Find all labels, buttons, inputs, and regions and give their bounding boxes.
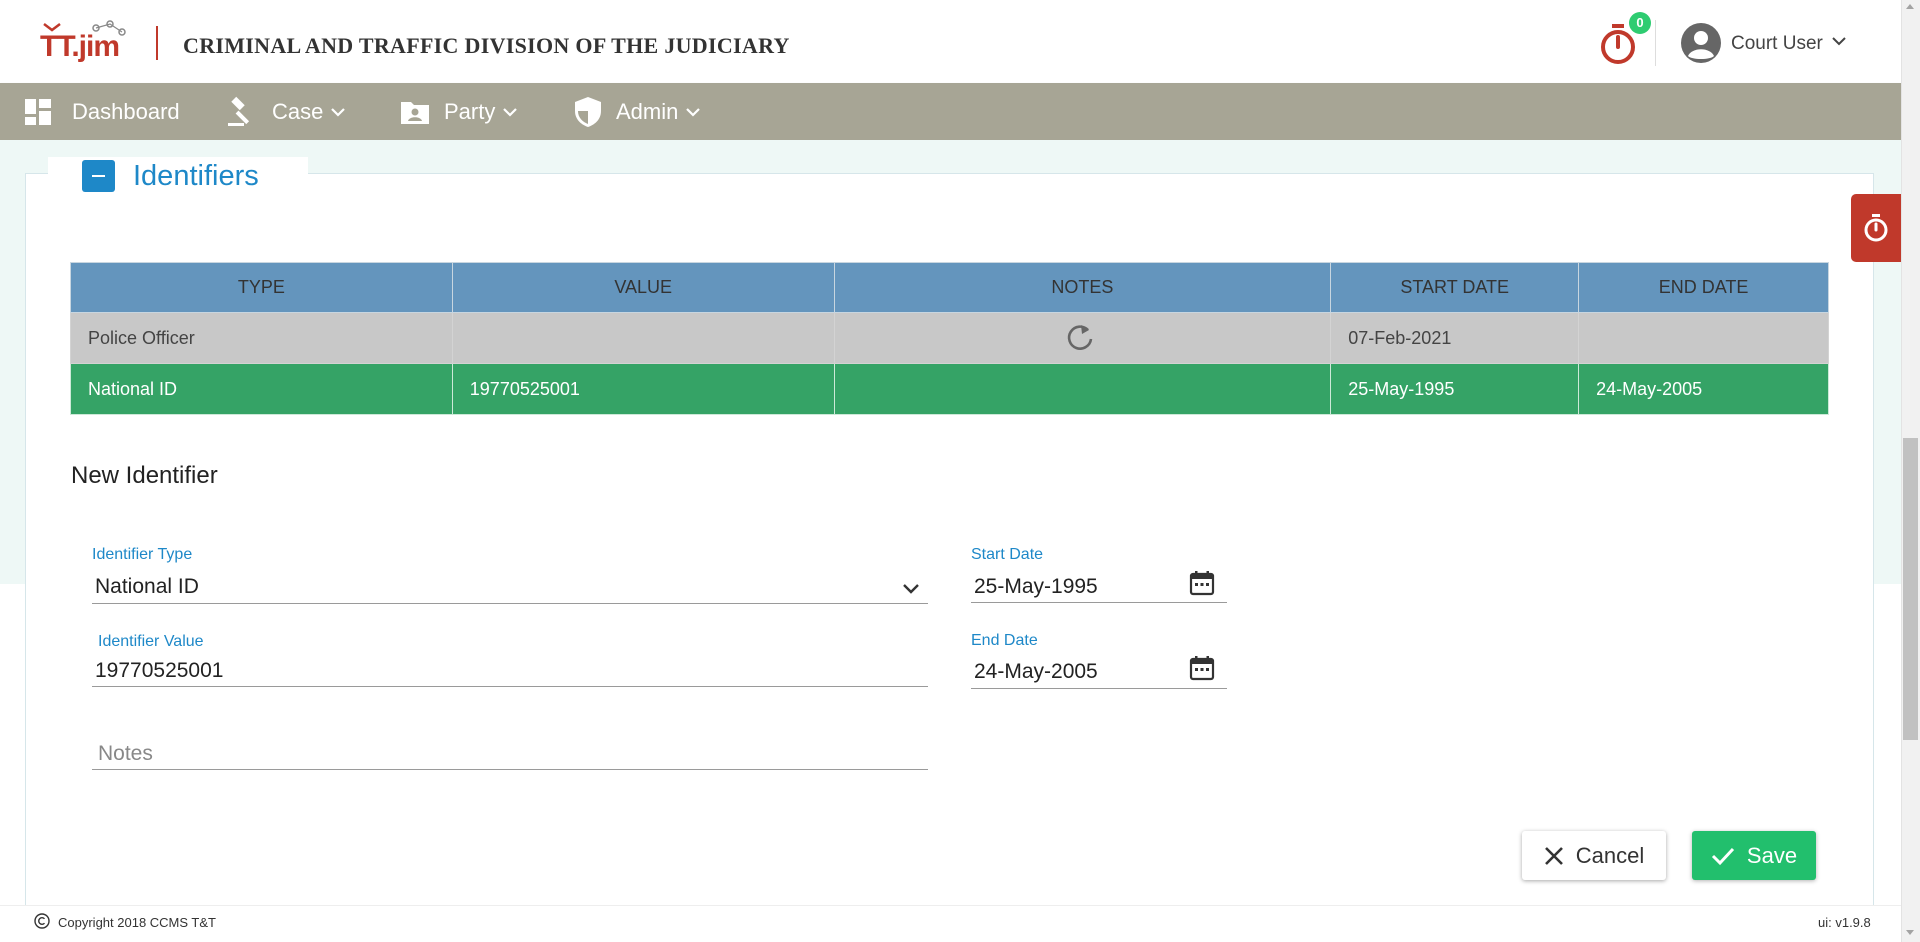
cell-type: National ID — [70, 363, 453, 415]
cell-notes — [833, 312, 1332, 364]
nav-party-label: Party — [444, 98, 496, 124]
page-footer — [0, 905, 1901, 942]
nav-case-label: Case — [272, 98, 324, 124]
nav-admin-label: Admin — [616, 98, 679, 124]
identifier-type-select[interactable]: National ID — [95, 575, 199, 599]
col-header-type[interactable]: TYPE — [70, 262, 453, 313]
calendar-icon[interactable] — [1189, 570, 1215, 596]
header-divider — [156, 26, 158, 60]
scroll-up-arrow-icon[interactable] — [1906, 4, 1914, 9]
refresh-icon[interactable] — [1066, 322, 1096, 352]
version-text: ui: v1.9.8 — [1818, 915, 1871, 930]
nav-dashboard-label: Dashboard — [72, 98, 180, 124]
identifiers-table: TYPE VALUE NOTES START DATE END DATE Pol… — [70, 262, 1829, 415]
table-row[interactable]: Police Officer 07-Feb-2021 — [70, 312, 1829, 364]
cell-end-date — [1578, 312, 1829, 364]
scrollbar-thumb[interactable] — [1903, 438, 1918, 740]
side-timer-tab[interactable] — [1851, 194, 1901, 262]
col-header-value[interactable]: VALUE — [451, 262, 835, 313]
start-date-label: Start Date — [971, 546, 1044, 563]
cell-start-date: 25-May-1995 — [1330, 363, 1580, 415]
logo-text[interactable]: TT.jim — [40, 30, 120, 64]
timer-count-badge: 0 — [1629, 12, 1651, 34]
chevron-down-icon[interactable] — [1832, 36, 1846, 46]
identifier-value-underline — [92, 686, 928, 687]
copyright-icon — [34, 913, 50, 929]
end-date-label: End Date — [971, 632, 1038, 649]
nav-admin[interactable]: Admin — [574, 83, 714, 140]
identifier-value-label: Identifier Value — [98, 633, 204, 650]
save-button[interactable]: Save — [1692, 831, 1816, 880]
collapse-section-button[interactable] — [82, 160, 115, 192]
table-row-selected[interactable]: National ID 19770525001 25-May-1995 24-M… — [70, 363, 1829, 415]
section-title: Identifiers — [133, 160, 259, 192]
notes-input[interactable]: Notes — [98, 742, 153, 766]
dashboard-grid-icon — [25, 98, 51, 125]
copyright-text: Copyright 2018 CCMS T&T — [58, 915, 216, 930]
identifier-type-underline — [92, 603, 928, 604]
save-button-label: Save — [1746, 842, 1798, 868]
col-header-notes[interactable]: NOTES — [833, 262, 1332, 313]
cell-type: Police Officer — [70, 312, 453, 364]
app-title: CRIMINAL AND TRAFFIC DIVISION OF THE JUD… — [183, 33, 790, 58]
scroll-down-arrow-icon[interactable] — [1906, 930, 1914, 935]
cell-start-date: 07-Feb-2021 — [1330, 312, 1580, 364]
gavel-icon — [228, 96, 250, 126]
main-nav: Dashboard Case Party Admin — [0, 83, 1901, 140]
cancel-button-label: Cancel — [1575, 842, 1645, 868]
nav-party[interactable]: Party — [400, 83, 531, 140]
identifier-value-input[interactable]: 19770525001 — [95, 659, 223, 683]
chevron-down-icon — [331, 107, 346, 117]
end-date-underline — [971, 688, 1227, 689]
identifier-type-label: Identifier Type — [92, 546, 193, 563]
cancel-button[interactable]: Cancel — [1522, 831, 1666, 880]
user-name[interactable]: Court User — [1731, 33, 1823, 55]
header-separator — [1655, 20, 1656, 66]
chevron-down-icon[interactable] — [902, 583, 920, 595]
stopwatch-icon — [1864, 214, 1888, 242]
end-date-input[interactable]: 24-May-2005 — [974, 660, 1098, 684]
contact-folder-icon — [401, 101, 429, 124]
cell-end-date: 24-May-2005 — [1578, 363, 1829, 415]
nav-dashboard[interactable]: Dashboard — [24, 83, 180, 140]
checkmark-icon — [1711, 847, 1735, 865]
start-date-underline — [971, 602, 1227, 603]
new-identifier-heading: New Identifier — [71, 462, 218, 489]
nav-case[interactable]: Case — [226, 83, 359, 140]
calendar-icon[interactable] — [1189, 655, 1215, 681]
user-circle-icon[interactable] — [1680, 22, 1722, 64]
cell-value — [451, 312, 835, 364]
cell-value: 19770525001 — [451, 363, 835, 415]
start-date-input[interactable]: 25-May-1995 — [974, 575, 1098, 599]
chevron-down-icon — [503, 107, 518, 117]
close-icon — [1544, 846, 1563, 865]
notes-underline — [92, 769, 928, 770]
app-header: TT.jim CRIMINAL AND TRAFFIC DIVISION OF … — [0, 0, 1901, 83]
chevron-down-icon — [686, 107, 701, 117]
col-header-end-date[interactable]: END DATE — [1578, 262, 1829, 313]
cell-notes — [833, 363, 1332, 415]
col-header-start-date[interactable]: START DATE — [1330, 262, 1580, 313]
table-header-row: TYPE VALUE NOTES START DATE END DATE — [70, 262, 1829, 313]
shield-icon — [575, 96, 601, 127]
